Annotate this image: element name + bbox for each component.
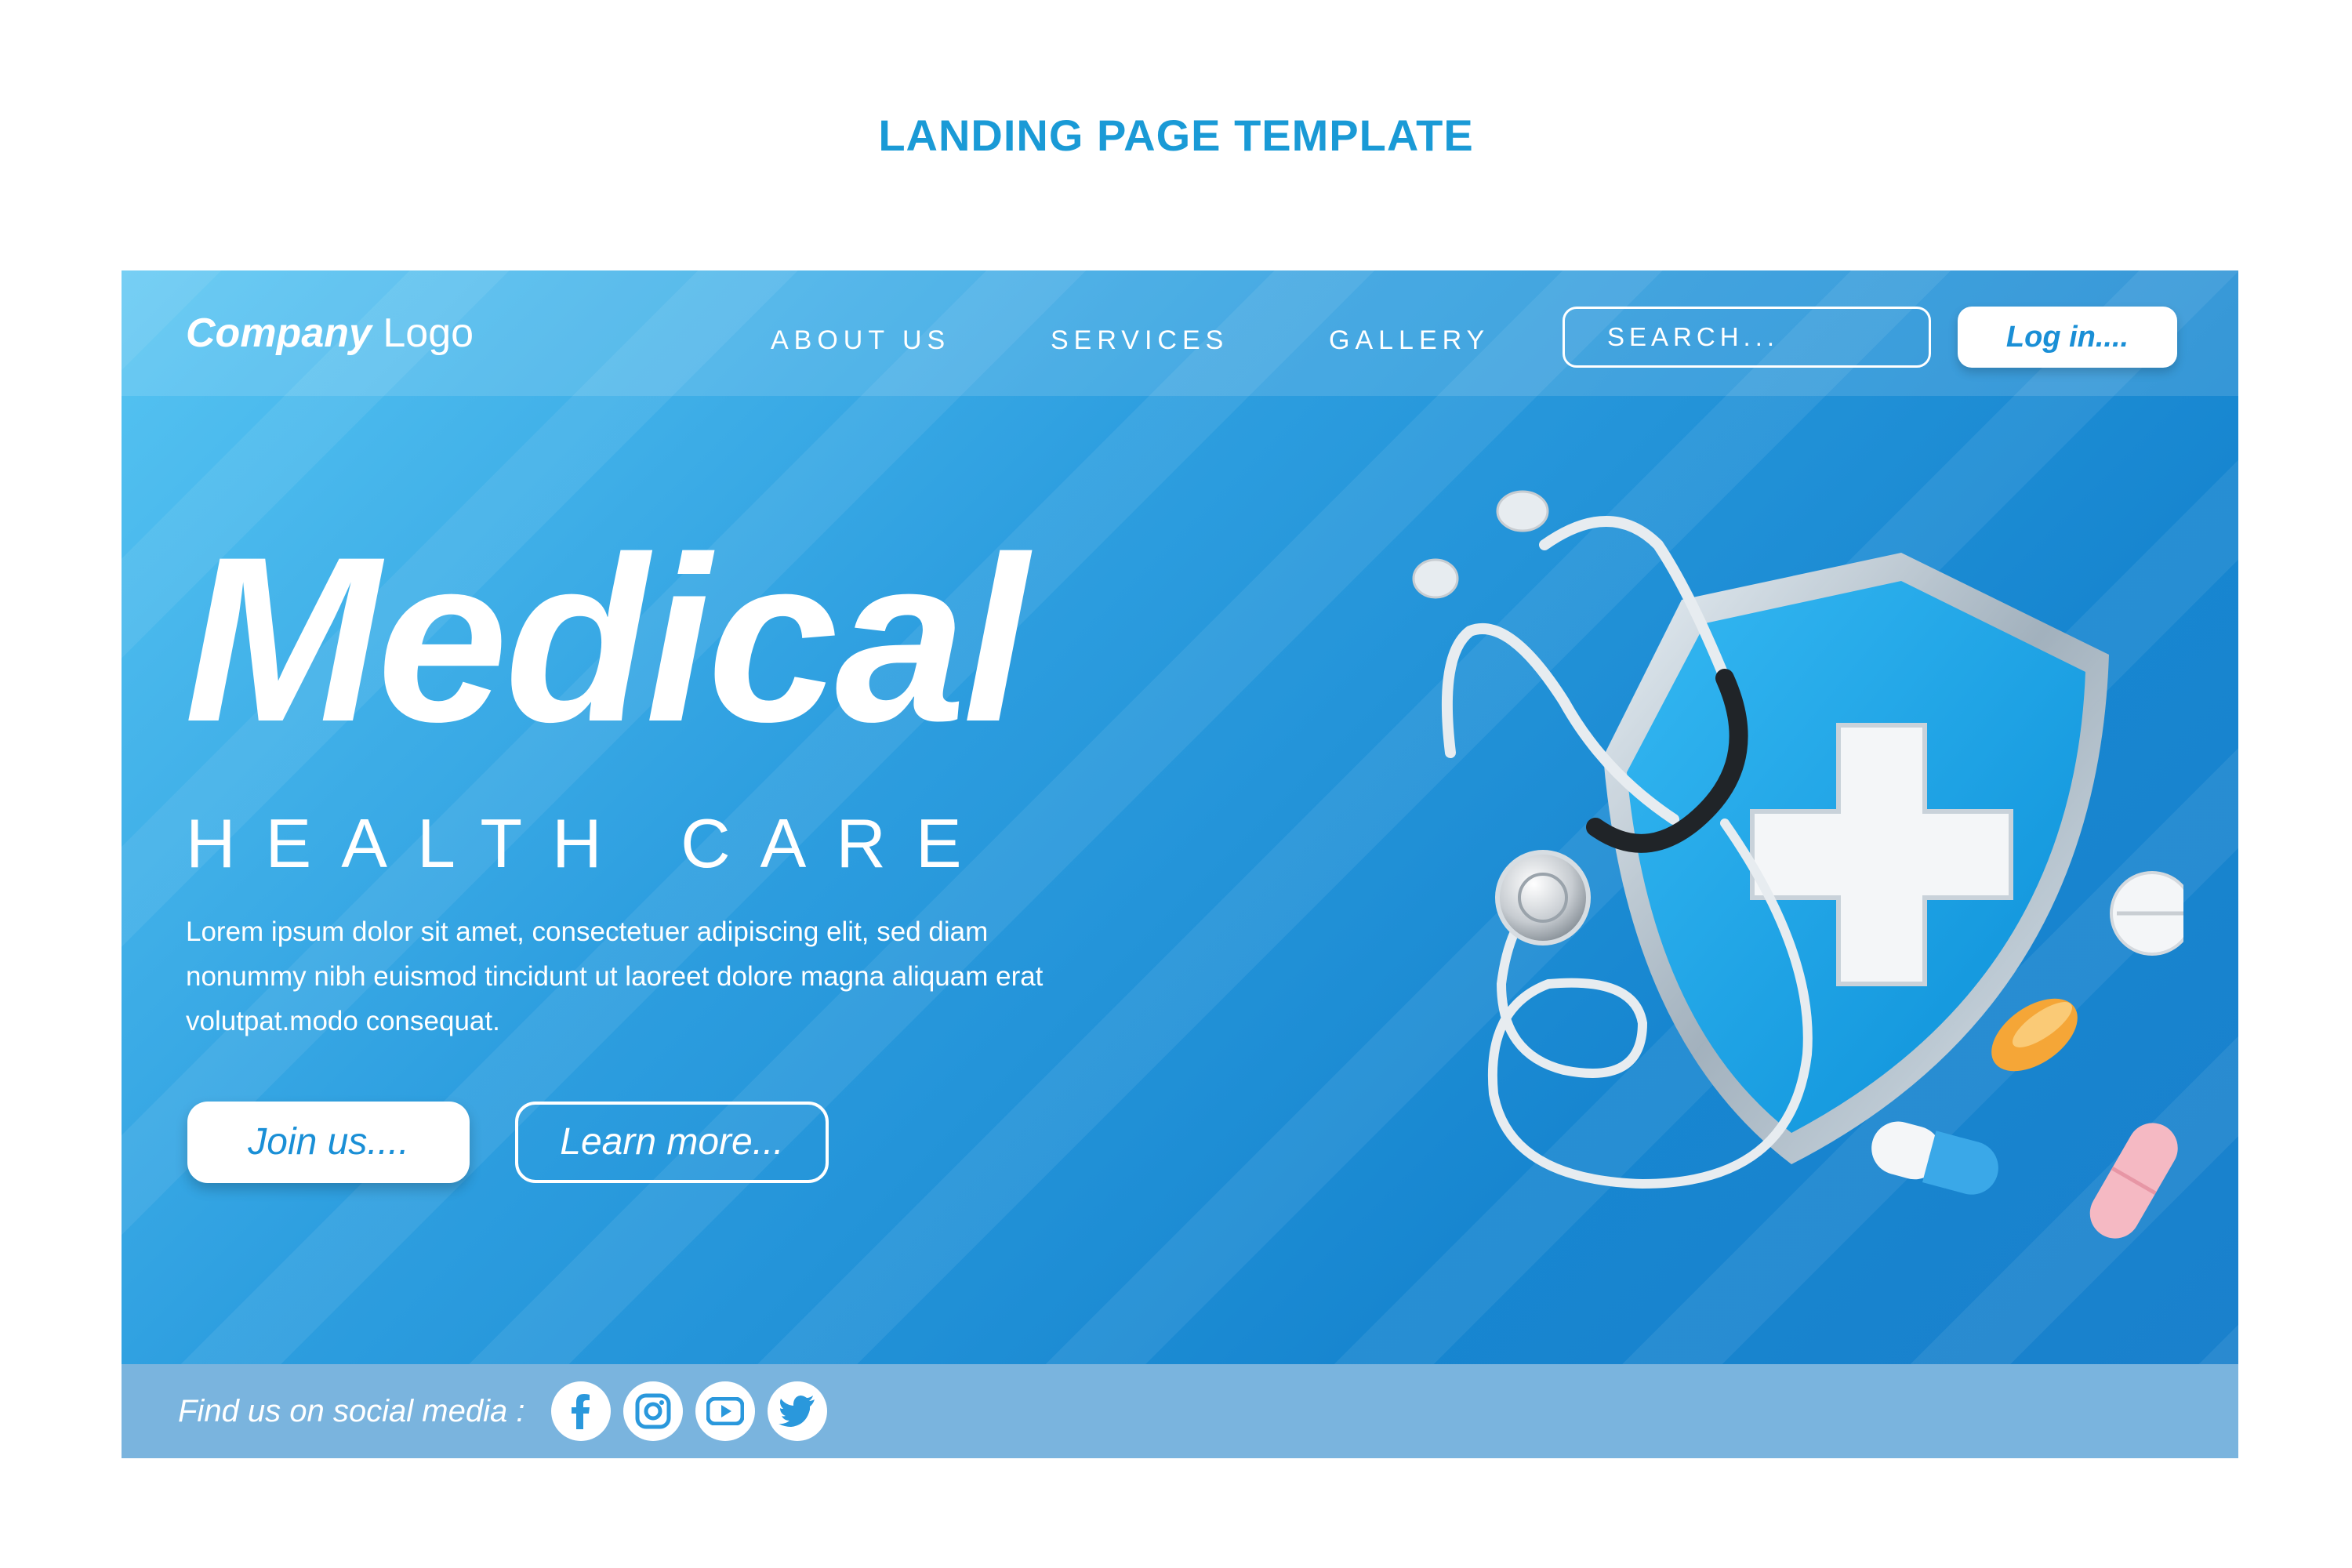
login-button[interactable]: Log in.... xyxy=(1958,307,2177,368)
social-footer: Find us on social media : xyxy=(122,1364,2238,1458)
youtube-icon[interactable] xyxy=(695,1381,755,1441)
join-us-button[interactable]: Join us.... xyxy=(187,1102,470,1183)
instagram-icon[interactable] xyxy=(623,1381,683,1441)
logo-light-text: Logo xyxy=(371,310,474,356)
hero-title: Medical xyxy=(184,507,1028,771)
hero-subtitle: HEALTH CARE xyxy=(186,804,992,882)
hero-description: Lorem ipsum dolor sit amet, consectetuer… xyxy=(186,916,1044,1036)
learn-more-button[interactable]: Learn more... xyxy=(515,1102,829,1183)
page-heading: LANDING PAGE TEMPLATE xyxy=(878,111,1474,160)
medical-illustration xyxy=(1412,490,2183,1239)
navbar: Company Logo ABOUT US SERVICES GALLERY S… xyxy=(122,270,2238,396)
logo-bold-text: Company xyxy=(186,310,372,356)
landing-banner: Company Logo ABOUT US SERVICES GALLERY S… xyxy=(122,270,2238,1458)
nav-about-us[interactable]: ABOUT US xyxy=(771,325,950,356)
search-input[interactable]: SEARCH... xyxy=(1563,307,1931,368)
company-logo[interactable]: Company Logo xyxy=(186,310,474,357)
nav-services[interactable]: SERVICES xyxy=(1051,325,1229,356)
nav-gallery[interactable]: GALLERY xyxy=(1329,325,1490,356)
social-label: Find us on social media : xyxy=(178,1394,525,1428)
twitter-icon[interactable] xyxy=(768,1381,827,1441)
facebook-icon[interactable] xyxy=(551,1381,611,1441)
